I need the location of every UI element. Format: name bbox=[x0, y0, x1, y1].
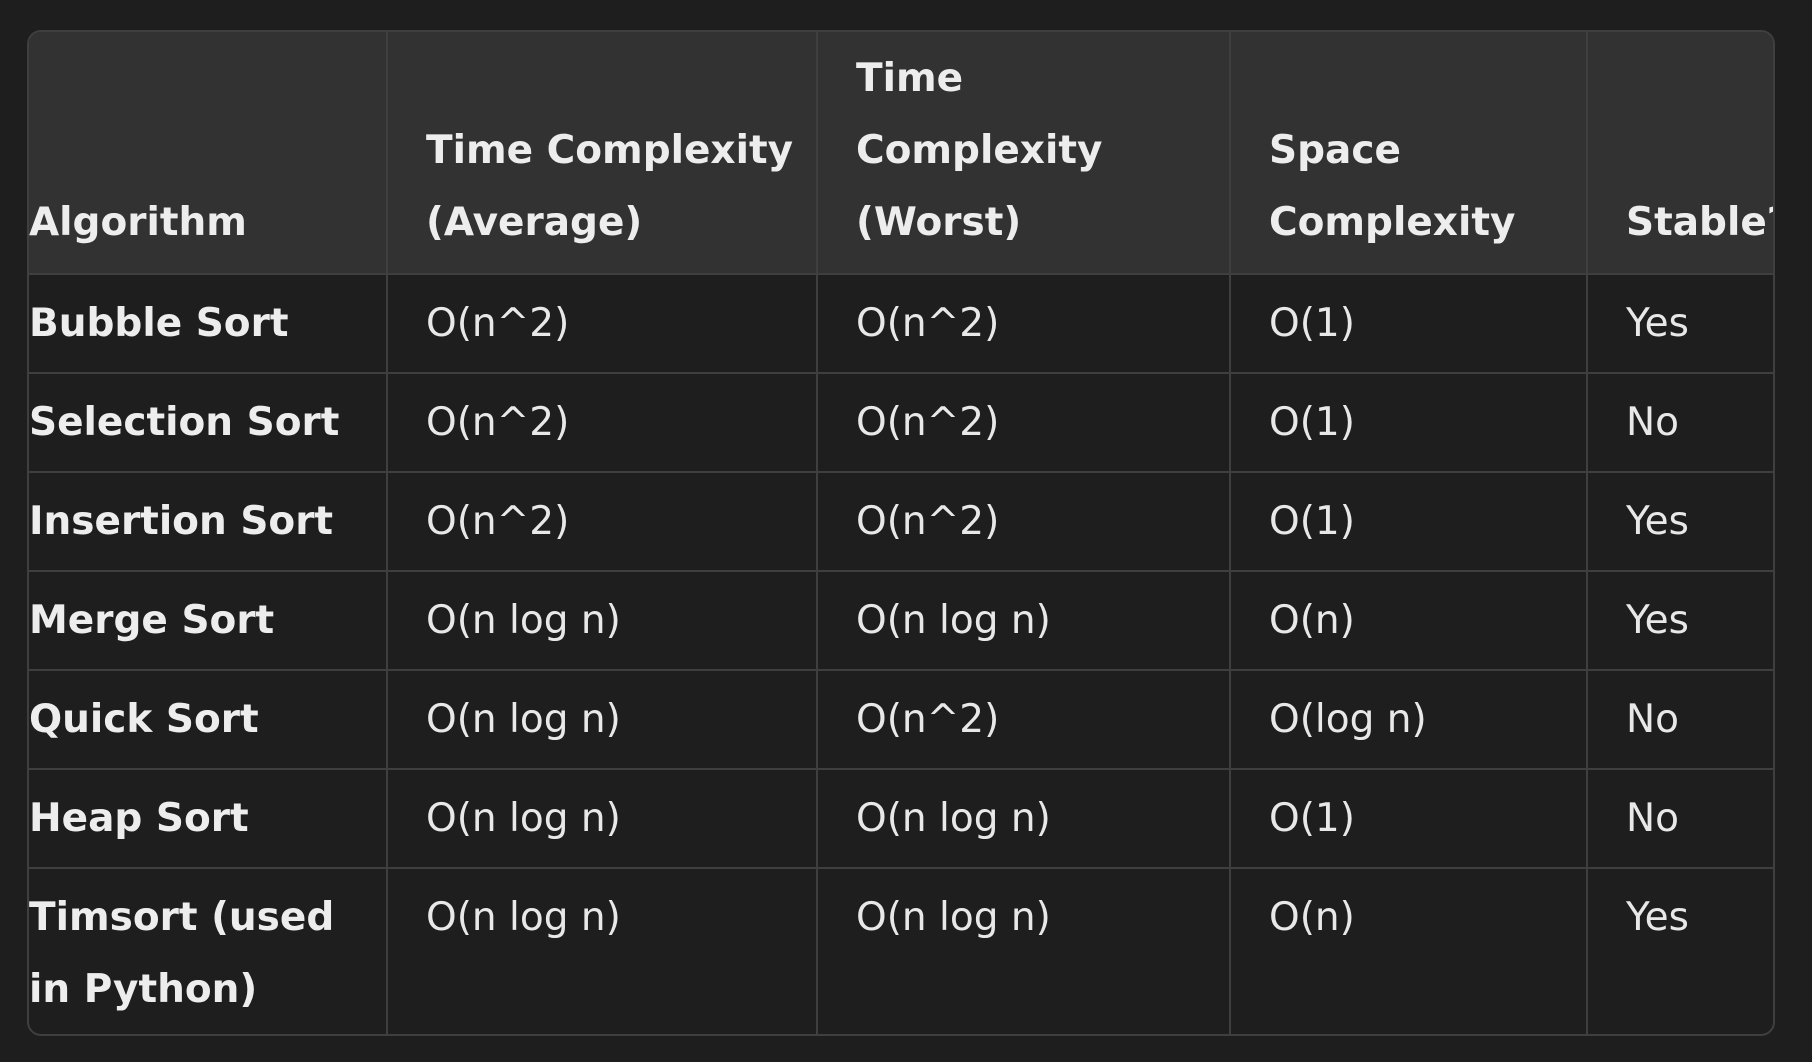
cell-space: O(n) bbox=[1230, 571, 1588, 671]
cell-algorithm: Quick Sort bbox=[29, 670, 388, 770]
table-row: Heap Sort O(n log n) O(n log n) O(1) No bbox=[29, 769, 1773, 869]
cell-stable: No bbox=[1587, 373, 1773, 473]
header-row: Algorithm Time Complexity (Average) Time… bbox=[29, 32, 1773, 275]
cell-stable: No bbox=[1587, 769, 1773, 869]
header-time-average: Time Complexity (Average) bbox=[387, 32, 818, 275]
cell-time-worst: O(n log n) bbox=[817, 868, 1231, 1034]
table-header: Algorithm Time Complexity (Average) Time… bbox=[29, 32, 1773, 275]
cell-algorithm: Bubble Sort bbox=[29, 274, 388, 374]
cell-space: O(1) bbox=[1230, 769, 1588, 869]
cell-space: O(1) bbox=[1230, 274, 1588, 374]
cell-time-average: O(n log n) bbox=[387, 571, 818, 671]
cell-time-average: O(n log n) bbox=[387, 868, 818, 1034]
header-space: Space Complexity bbox=[1230, 32, 1588, 275]
header-time-worst: Time Complexity (Worst) bbox=[817, 32, 1231, 275]
cell-time-worst: O(n log n) bbox=[817, 769, 1231, 869]
cell-space: O(log n) bbox=[1230, 670, 1588, 770]
cell-time-average: O(n^2) bbox=[387, 274, 818, 374]
header-stable: Stable? bbox=[1587, 32, 1773, 275]
cell-time-worst: O(n^2) bbox=[817, 373, 1231, 473]
cell-stable: Yes bbox=[1587, 274, 1773, 374]
cell-time-worst: O(n^2) bbox=[817, 274, 1231, 374]
table-row: Insertion Sort O(n^2) O(n^2) O(1) Yes bbox=[29, 472, 1773, 572]
cell-algorithm: Timsort (used in Python) bbox=[29, 868, 388, 1034]
cell-time-average: O(n^2) bbox=[387, 373, 818, 473]
cell-space: O(1) bbox=[1230, 472, 1588, 572]
table-row: Bubble Sort O(n^2) O(n^2) O(1) Yes bbox=[29, 274, 1773, 374]
cell-algorithm: Insertion Sort bbox=[29, 472, 388, 572]
table-row: Quick Sort O(n log n) O(n^2) O(log n) No bbox=[29, 670, 1773, 770]
sorting-algorithms-table-container: Algorithm Time Complexity (Average) Time… bbox=[27, 30, 1775, 1036]
cell-stable: No bbox=[1587, 670, 1773, 770]
cell-stable: Yes bbox=[1626, 895, 1689, 940]
cell-space: O(1) bbox=[1230, 373, 1588, 473]
cell-time-worst: O(n^2) bbox=[817, 670, 1231, 770]
cell-algorithm: Selection Sort bbox=[29, 373, 388, 473]
cell-algorithm: Heap Sort bbox=[29, 769, 388, 869]
cell-space: O(n) bbox=[1230, 868, 1588, 1034]
cell-time-average: O(n^2) bbox=[387, 472, 818, 572]
table-row: Merge Sort O(n log n) O(n log n) O(n) Ye… bbox=[29, 571, 1773, 671]
table-row: Selection Sort O(n^2) O(n^2) O(1) No bbox=[29, 373, 1773, 473]
table-row: Timsort (used in Python) O(n log n) O(n … bbox=[29, 868, 1773, 1034]
table-body: Bubble Sort O(n^2) O(n^2) O(1) Yes Selec… bbox=[29, 274, 1773, 1034]
cell-time-worst: O(n log n) bbox=[817, 571, 1231, 671]
cell-stable: Yes bbox=[1587, 472, 1773, 572]
sorting-algorithms-table: Algorithm Time Complexity (Average) Time… bbox=[29, 32, 1773, 1034]
header-algorithm: Algorithm bbox=[29, 32, 388, 275]
cell-algorithm: Merge Sort bbox=[29, 571, 388, 671]
cell-stable: Yes bbox=[1587, 571, 1773, 671]
cell-time-average: O(n log n) bbox=[387, 670, 818, 770]
cell-time-average: O(n log n) bbox=[387, 769, 818, 869]
cell-time-worst: O(n^2) bbox=[817, 472, 1231, 572]
